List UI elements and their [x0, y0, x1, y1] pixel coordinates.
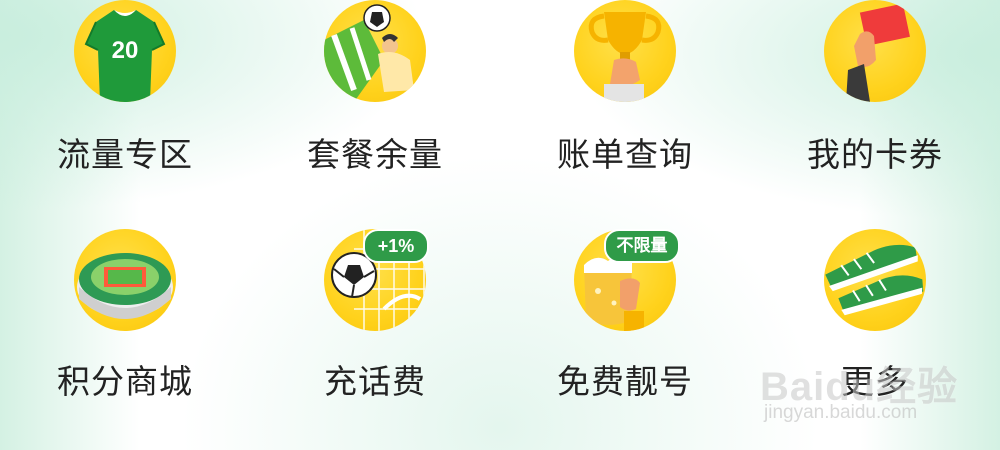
tile-label: 我的卡券 [807, 135, 943, 174]
tile-label: 流量专区 [57, 135, 193, 174]
football-boots-icon [824, 229, 926, 331]
baidu-watermark: Baidu经验 jingyan.baidu.com [760, 350, 970, 440]
tile-my-coupons[interactable]: 我的卡券 [750, 0, 1000, 225]
bonus-badge: +1% [363, 229, 429, 263]
soccer-player-icon [324, 0, 426, 102]
tile-recharge[interactable]: +1% 充话费 [250, 225, 500, 450]
tile-label: 充话费 [324, 362, 426, 401]
tile-label: 套餐余量 [307, 135, 443, 174]
tile-label: 积分商城 [57, 362, 193, 401]
red-card-icon [824, 0, 926, 102]
tile-label: 账单查询 [557, 135, 693, 174]
watermark-url: jingyan.baidu.com [764, 402, 918, 423]
jersey-icon: 20 [74, 0, 176, 102]
tile-bill-query[interactable]: 账单查询 [500, 0, 750, 225]
tile-data-zone[interactable]: 20 流量专区 [0, 0, 250, 225]
tile-free-numbers[interactable]: 不限量 免费靓号 [500, 225, 750, 450]
tile-points-mall[interactable]: 积分商城 [0, 225, 250, 450]
stadium-icon [74, 229, 176, 331]
tile-label: 免费靓号 [557, 362, 693, 401]
svg-text:20: 20 [112, 37, 139, 64]
tile-plan-balance[interactable]: 套餐余量 [250, 0, 500, 225]
trophy-icon [574, 0, 676, 102]
unlimited-badge: 不限量 [604, 229, 680, 263]
